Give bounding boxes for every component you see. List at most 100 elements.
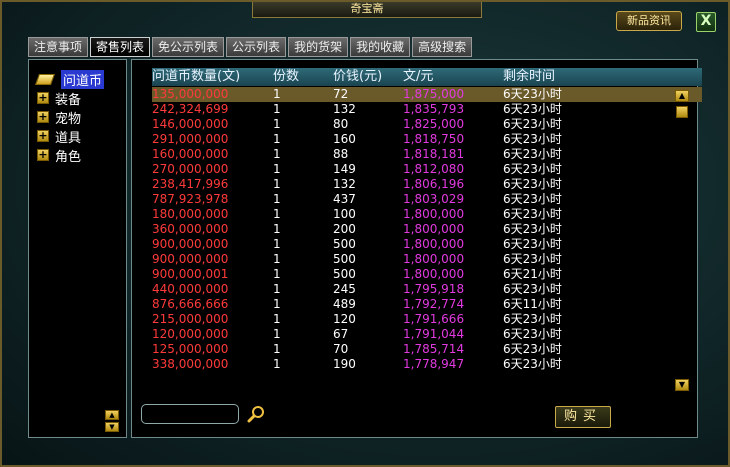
column-header[interactable]: 问道币数量(文) <box>152 68 240 86</box>
table-cell: 1,812,080 <box>403 162 465 176</box>
table-cell: 1,803,029 <box>403 192 465 206</box>
table-cell: 1 <box>273 222 281 236</box>
table-cell: 1 <box>273 207 281 221</box>
table-cell: 1,800,000 <box>403 252 465 266</box>
table-cell: 437 <box>333 192 356 206</box>
table-row[interactable]: 120,000,000 1 67 1,791,044 6天23小时 <box>152 327 702 342</box>
category-item-4[interactable]: + 角色 <box>37 146 82 165</box>
table-row[interactable]: 900,000,000 1 500 1,800,000 6天23小时 <box>152 252 702 267</box>
table-cell: 1 <box>273 87 281 101</box>
category-item-0[interactable]: 问道币 <box>37 69 105 89</box>
table-row[interactable]: 360,000,000 1 200 1,800,000 6天23小时 <box>152 222 702 237</box>
table-cell: 1 <box>273 267 281 281</box>
table-cell: 1 <box>273 252 281 266</box>
table-cell: 6天23小时 <box>503 132 562 146</box>
table-cell: 291,000,000 <box>152 132 229 146</box>
table-row[interactable]: 787,923,978 1 437 1,803,029 6天23小时 <box>152 192 702 207</box>
table-cell: 6天23小时 <box>503 327 562 341</box>
table-scroll-down[interactable]: ▼ <box>675 379 689 391</box>
table-cell: 6天23小时 <box>503 102 562 116</box>
table-row[interactable]: 876,666,666 1 489 1,792,774 6天11小时 <box>152 297 702 312</box>
table-scroll-thumb[interactable] <box>676 106 688 118</box>
table-cell: 100 <box>333 207 356 221</box>
table-cell: 1,795,918 <box>403 282 465 296</box>
table-row[interactable]: 135,000,000 1 72 1,875,000 6天23小时 <box>152 87 702 102</box>
scroll-up-icon[interactable]: ▲ <box>105 410 119 420</box>
table-row[interactable]: 180,000,000 1 100 1,800,000 6天23小时 <box>152 207 702 222</box>
table-row[interactable]: 125,000,000 1 70 1,785,714 6天23小时 <box>152 342 702 357</box>
table-cell: 1,800,000 <box>403 237 465 251</box>
table-cell: 1 <box>273 297 281 311</box>
table-cell: 1,800,000 <box>403 267 465 281</box>
table-cell: 270,000,000 <box>152 162 229 176</box>
table-cell: 1,806,196 <box>403 177 465 191</box>
table-row[interactable]: 146,000,000 1 80 1,825,000 6天23小时 <box>152 117 702 132</box>
category-item-2[interactable]: + 宠物 <box>37 108 81 127</box>
column-header[interactable]: 价钱(元) <box>333 68 382 86</box>
table-cell: 500 <box>333 252 356 266</box>
table-row[interactable]: 900,000,000 1 500 1,800,000 6天23小时 <box>152 237 702 252</box>
window-title: 奇宝斋 <box>252 2 482 18</box>
coin-icon <box>37 72 55 86</box>
table-cell: 70 <box>333 342 349 356</box>
category-label: 角色 <box>55 149 82 165</box>
buy-button[interactable]: 购买 <box>555 406 611 428</box>
table-row[interactable]: 270,000,000 1 149 1,812,080 6天23小时 <box>152 162 702 177</box>
table-cell: 6天23小时 <box>503 252 562 266</box>
table-row[interactable]: 242,324,699 1 132 1,835,793 6天23小时 <box>152 102 702 117</box>
table-cell: 1,818,181 <box>403 147 465 161</box>
search-icon[interactable] <box>246 404 266 424</box>
column-header[interactable]: 文/元 <box>403 68 433 86</box>
table-cell: 146,000,000 <box>152 117 229 131</box>
table-cell: 80 <box>333 117 349 131</box>
table-cell: 900,000,000 <box>152 237 229 251</box>
table-row[interactable]: 160,000,000 1 88 1,818,181 6天23小时 <box>152 147 702 162</box>
table-cell: 180,000,000 <box>152 207 229 221</box>
table-cell: 238,417,996 <box>152 177 229 191</box>
table-row[interactable]: 291,000,000 1 160 1,818,750 6天23小时 <box>152 132 702 147</box>
table-cell: 1 <box>273 312 281 326</box>
news-button[interactable]: 新品资讯 <box>616 11 682 31</box>
plus-icon: + <box>37 110 49 123</box>
table-cell: 1,818,750 <box>403 132 465 146</box>
column-header[interactable]: 剩余时间 <box>503 68 555 86</box>
table-row[interactable]: 215,000,000 1 120 1,791,666 6天23小时 <box>152 312 702 327</box>
scroll-down-icon[interactable]: ▼ <box>105 422 119 432</box>
category-item-1[interactable]: + 装备 <box>37 89 82 108</box>
column-header[interactable]: 份数 <box>273 68 299 86</box>
table-cell: 6天23小时 <box>503 237 562 251</box>
table-cell: 6天23小时 <box>503 162 562 176</box>
table-cell: 1,791,666 <box>403 312 465 326</box>
table-cell: 6天11小时 <box>503 297 562 311</box>
tab-1[interactable]: 寄售列表 <box>90 37 151 57</box>
tab-3[interactable]: 公示列表 <box>226 37 287 57</box>
close-icon: X <box>700 13 712 29</box>
window-title-text: 奇宝斋 <box>350 2 384 15</box>
tab-4[interactable]: 我的货架 <box>288 37 349 57</box>
table-row[interactable]: 338,000,000 1 190 1,778,947 6天23小时 <box>152 357 702 372</box>
category-item-3[interactable]: + 道具 <box>37 127 81 146</box>
tab-5[interactable]: 我的收藏 <box>350 37 411 57</box>
search-input[interactable] <box>141 404 239 424</box>
table-cell: 1,785,714 <box>403 342 465 356</box>
table-row[interactable]: 238,417,996 1 132 1,806,196 6天23小时 <box>152 177 702 192</box>
table-scroll-up[interactable]: ▲ <box>675 90 689 102</box>
table-cell: 1,792,774 <box>403 297 465 311</box>
table-row[interactable]: 900,000,001 1 500 1,800,000 6天21小时 <box>152 267 702 282</box>
close-button[interactable]: X <box>696 12 716 32</box>
plus-icon: + <box>37 148 49 161</box>
table-cell: 6天23小时 <box>503 312 562 326</box>
table-cell: 160 <box>333 132 356 146</box>
category-label: 装备 <box>55 92 82 108</box>
table-cell: 360,000,000 <box>152 222 229 236</box>
table-cell: 120 <box>333 312 356 326</box>
tab-2[interactable]: 免公示列表 <box>152 37 225 57</box>
plus-icon: + <box>37 91 49 104</box>
tab-0[interactable]: 注意事项 <box>28 37 89 57</box>
table-cell: 1 <box>273 177 281 191</box>
tab-6[interactable]: 高级搜索 <box>412 37 473 57</box>
table-row[interactable]: 440,000,000 1 245 1,795,918 6天23小时 <box>152 282 702 297</box>
table-cell: 338,000,000 <box>152 357 229 371</box>
category-label: 问道币 <box>61 69 105 89</box>
table-cell: 6天23小时 <box>503 222 562 236</box>
